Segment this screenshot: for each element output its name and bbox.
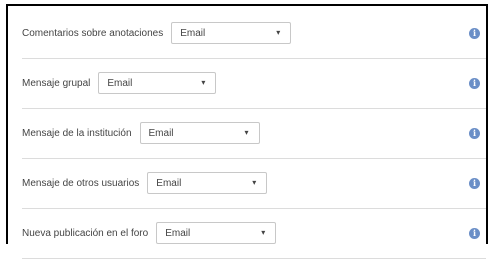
select-value: Email bbox=[165, 227, 191, 239]
info-icon[interactable]: i bbox=[469, 27, 480, 39]
setting-row-mensaje-grupal: Mensaje grupal Email ▾ i bbox=[22, 58, 486, 109]
info-icon[interactable]: i bbox=[469, 177, 480, 189]
setting-row-comentarios: Comentarios sobre anotaciones Email ▾ i bbox=[22, 8, 486, 59]
chevron-down-icon: ▾ bbox=[261, 228, 266, 237]
chevron-down-icon: ▾ bbox=[244, 128, 249, 137]
setting-row-foro: Nueva publicación en el foro Email ▾ i bbox=[22, 208, 486, 259]
chevron-down-icon: ▾ bbox=[201, 78, 206, 87]
delivery-method-select[interactable]: Email ▾ bbox=[98, 72, 217, 94]
setting-label: Comentarios sobre anotaciones bbox=[22, 27, 164, 39]
delivery-method-select[interactable]: Email ▾ bbox=[171, 22, 292, 44]
select-value: Email bbox=[180, 27, 206, 39]
delivery-method-select[interactable]: Email ▾ bbox=[147, 172, 268, 194]
info-icon[interactable]: i bbox=[469, 127, 480, 139]
notification-settings-panel: Comentarios sobre anotaciones Email ▾ i … bbox=[6, 4, 488, 259]
setting-label: Nueva publicación en el foro bbox=[22, 227, 149, 239]
chevron-down-icon: ▾ bbox=[276, 28, 281, 37]
delivery-method-select[interactable]: Email ▾ bbox=[156, 222, 277, 244]
select-value: Email bbox=[107, 77, 133, 89]
setting-label: Mensaje de otros usuarios bbox=[22, 177, 140, 189]
setting-row-otros-usuarios: Mensaje de otros usuarios Email ▾ i bbox=[22, 158, 486, 209]
setting-label: Mensaje grupal bbox=[22, 77, 91, 89]
setting-row-institucion: Mensaje de la institución Email ▾ i bbox=[22, 108, 486, 159]
info-icon[interactable]: i bbox=[469, 227, 480, 239]
setting-label: Mensaje de la institución bbox=[22, 127, 132, 139]
delivery-method-select[interactable]: Email ▾ bbox=[139, 122, 260, 144]
info-icon[interactable]: i bbox=[469, 77, 480, 89]
select-value: Email bbox=[148, 127, 174, 139]
select-value: Email bbox=[156, 177, 182, 189]
chevron-down-icon: ▾ bbox=[252, 178, 257, 187]
